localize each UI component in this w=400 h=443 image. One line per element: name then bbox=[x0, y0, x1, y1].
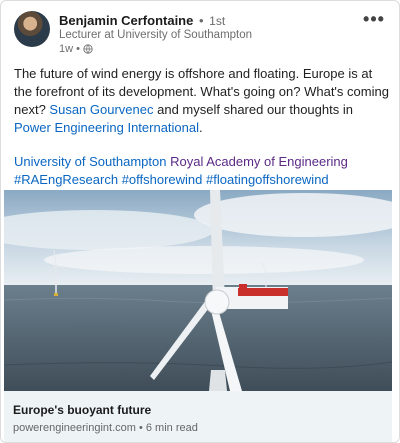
author-name[interactable]: Benjamin Cerfontaine bbox=[59, 13, 193, 28]
more-options-button[interactable]: ••• bbox=[360, 10, 388, 28]
tag-university-of-southampton[interactable]: University of Southampton bbox=[14, 154, 166, 169]
post-text-part-2: and myself shared our thoughts in bbox=[153, 102, 353, 117]
separator: • bbox=[198, 13, 204, 28]
post-body: The future of wind energy is offshore an… bbox=[14, 65, 390, 137]
post-card: Benjamin Cerfontaine • 1st Lecturer at U… bbox=[0, 0, 400, 443]
post-image[interactable] bbox=[4, 190, 392, 391]
hashtag-raengresearch[interactable]: #RAEngResearch bbox=[14, 172, 118, 187]
post-time: 1w • bbox=[59, 43, 80, 55]
link-preview-meta: powerengineeringint.com • 6 min read bbox=[13, 422, 198, 434]
post-header: Benjamin Cerfontaine • 1st Lecturer at U… bbox=[14, 10, 388, 56]
connection-degree: 1st bbox=[209, 14, 226, 28]
mention-susan-gourvenec[interactable]: Susan Gourvenec bbox=[49, 102, 153, 117]
post-time-row: 1w • bbox=[59, 43, 93, 55]
link-preview[interactable]: Europe's buoyant future powerengineering… bbox=[4, 391, 392, 442]
post-text-part-3: . bbox=[199, 120, 203, 135]
globe-icon bbox=[83, 44, 93, 54]
link-preview-title[interactable]: Europe's buoyant future bbox=[13, 403, 151, 417]
tag-royal-academy-of-engineering[interactable]: Royal Academy of Engineering bbox=[170, 154, 348, 169]
hashtag-offshorewind[interactable]: #offshorewind bbox=[122, 172, 203, 187]
author-line: Benjamin Cerfontaine • 1st bbox=[59, 13, 225, 28]
mention-power-engineering-international[interactable]: Power Engineering International bbox=[14, 120, 199, 135]
hashtag-floatingoffshorewind[interactable]: #floatingoffshorewind bbox=[206, 172, 329, 187]
post-tags: University of Southampton Royal Academy … bbox=[14, 153, 390, 189]
offshore-wind-turbine-photo bbox=[4, 190, 392, 391]
author-avatar[interactable] bbox=[14, 11, 50, 47]
author-headline: Lecturer at University of Southampton bbox=[59, 29, 253, 41]
